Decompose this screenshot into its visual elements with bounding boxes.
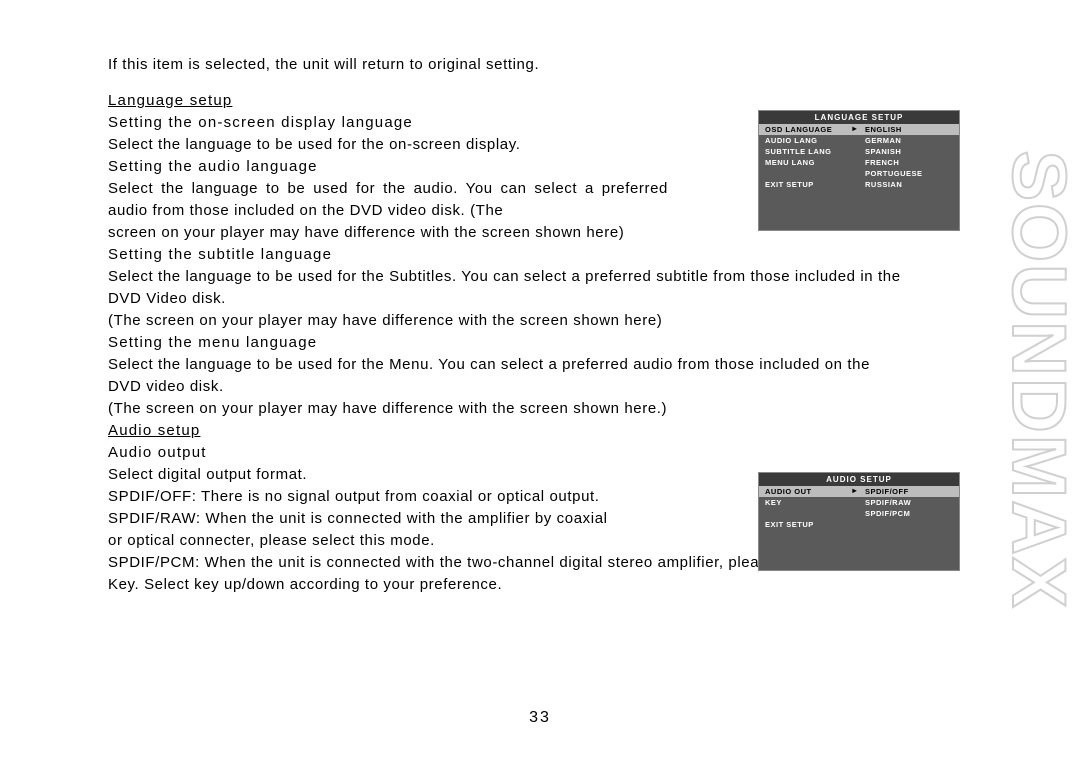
language-setup-heading: Language setup — [108, 90, 908, 112]
osd1-right-5: RUSSIAN — [859, 179, 959, 190]
page-number: 33 — [0, 709, 1080, 727]
subtitle-lang-body2: (The screen on your player may have diff… — [108, 310, 908, 332]
audio-lang-subhead: Setting the audio language — [108, 156, 668, 178]
menu-lang-body2: (The screen on your player may have diff… — [108, 398, 908, 420]
osd2-right-1: SPDIF/RAW — [859, 497, 959, 508]
osd1-left-col: OSD LANGUAGE AUDIO LANG SUBTITLE LANG ME… — [759, 124, 859, 190]
subtitle-lang-body1: Select the language to be used for the S… — [108, 266, 908, 310]
osd2-right-col: SPDIF/OFF SPDIF/RAW SPDIF/PCM — [859, 486, 959, 530]
osd2-right-0: SPDIF/OFF — [859, 486, 959, 497]
menu-lang-body1: Select the language to be used for the M… — [108, 354, 908, 398]
spdif-raw2: or optical connecter, please select this… — [108, 530, 748, 552]
osd2-title: AUDIO SETUP — [759, 473, 959, 486]
osd2-left-1: KEY — [759, 497, 859, 508]
brand-logo: SOUNDMAX — [998, 50, 1068, 710]
menu-lang-subhead: Setting the menu language — [108, 332, 908, 354]
osd-lang-subhead: Setting the on-screen display language — [108, 112, 668, 134]
osd1-right-col: ENGLISH GERMAN SPANISH FRENCH PORTUGUESE… — [859, 124, 959, 190]
osd2-right-2: SPDIF/PCM — [859, 508, 959, 519]
osd1-left-4 — [759, 168, 859, 179]
osd1-title: LANGUAGE SETUP — [759, 111, 959, 124]
audio-setup-heading: Audio setup — [108, 420, 908, 442]
osd1-left-5: EXIT SETUP — [759, 179, 859, 190]
osd-lang-body: Select the language to be used for the o… — [108, 134, 668, 156]
osd2-left-col: AUDIO OUT KEY EXIT SETUP — [759, 486, 859, 530]
osd1-left-1: AUDIO LANG — [759, 135, 859, 146]
spdif-off: SPDIF/OFF: There is no signal output fro… — [108, 486, 748, 508]
osd1-left-3: MENU LANG — [759, 157, 859, 168]
osd2-left-2 — [759, 508, 859, 519]
osd-language-setup: LANGUAGE SETUP OSD LANGUAGE AUDIO LANG S… — [758, 110, 960, 231]
osd1-left-0: OSD LANGUAGE — [759, 124, 859, 135]
osd1-right-2: SPANISH — [859, 146, 959, 157]
intro-text: If this item is selected, the unit will … — [108, 54, 908, 76]
subtitle-lang-subhead: Setting the subtitle language — [108, 244, 908, 266]
svg-text:SOUNDMAX: SOUNDMAX — [998, 150, 1068, 609]
audio-output-body: Select digital output format. — [108, 464, 748, 486]
key-line: Key. Select key up/down according to you… — [108, 574, 908, 596]
osd-audio-setup: AUDIO SETUP AUDIO OUT KEY EXIT SETUP SPD… — [758, 472, 960, 571]
osd2-left-3: EXIT SETUP — [759, 519, 859, 530]
osd1-right-4: PORTUGUESE — [859, 168, 959, 179]
osd1-right-0: ENGLISH — [859, 124, 959, 135]
spdif-raw1: SPDIF/RAW: When the unit is connected wi… — [108, 508, 748, 530]
osd2-left-0: AUDIO OUT — [759, 486, 859, 497]
osd1-right-1: GERMAN — [859, 135, 959, 146]
osd1-right-3: FRENCH — [859, 157, 959, 168]
audio-lang-body1: Select the language to be used for the a… — [108, 178, 668, 222]
osd1-left-2: SUBTITLE LANG — [759, 146, 859, 157]
audio-output-subhead: Audio output — [108, 442, 748, 464]
